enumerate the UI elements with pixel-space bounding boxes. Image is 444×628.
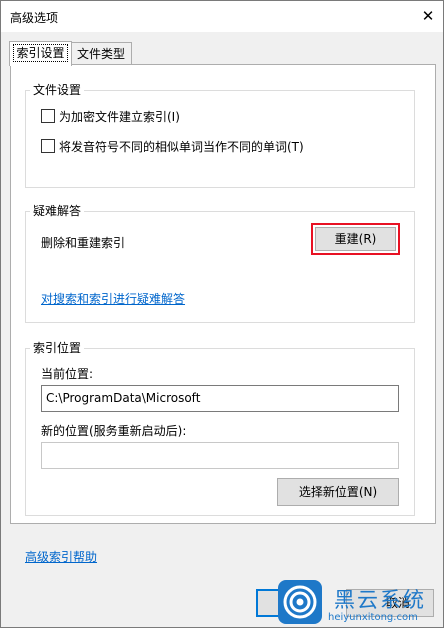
group-legend: 索引位置 <box>30 341 85 356</box>
troubleshoot-group: 疑难解答 删除和重建索引 重建(R) 对搜索和索引进行疑难解答 <box>25 204 415 323</box>
window-title: 高级选项 <box>10 11 59 25</box>
advanced-options-dialog: 高级选项 ✕ 索引设置 文件类型 文件设置 为加密文件建立索引(I) 将发音符号… <box>0 0 444 628</box>
group-legend: 疑难解答 <box>30 204 85 219</box>
tab-panel: 文件设置 为加密文件建立索引(I) 将发音符号不同的相似单词当作不同的单词(T)… <box>10 64 436 524</box>
encrypted-files-checkbox[interactable] <box>41 109 55 123</box>
tab-index-settings[interactable]: 索引设置 <box>9 41 72 66</box>
troubleshoot-link[interactable]: 对搜索和索引进行疑难解答 <box>41 290 185 307</box>
tab-file-types[interactable]: 文件类型 <box>70 42 132 65</box>
group-legend: 文件设置 <box>30 83 85 98</box>
title-bar: 高级选项 ✕ <box>1 1 443 32</box>
watermark-name: 黑云系统 <box>334 588 426 612</box>
new-location-label: 新的位置(服务重新启动后): <box>41 424 187 438</box>
rebuild-description: 删除和重建索引 <box>41 236 126 250</box>
new-location-field[interactable] <box>41 442 399 469</box>
current-location-label: 当前位置: <box>41 367 94 381</box>
select-new-location-button[interactable]: 选择新位置(N) <box>277 478 399 506</box>
file-settings-group: 文件设置 为加密文件建立索引(I) 将发音符号不同的相似单词当作不同的单词(T) <box>25 83 415 188</box>
current-location-field: C:\ProgramData\Microsoft <box>41 385 399 412</box>
close-icon[interactable]: ✕ <box>413 1 443 32</box>
index-location-group: 索引位置 当前位置: C:\ProgramData\Microsoft 新的位置… <box>25 341 415 516</box>
swirl-logo-icon <box>278 580 322 624</box>
watermark: 黑云系统 heiyunxitong.com <box>278 576 444 628</box>
diacritics-checkbox[interactable] <box>41 139 55 153</box>
rebuild-button[interactable]: 重建(R) <box>315 227 396 251</box>
checkbox-label[interactable]: 为加密文件建立索引(I) <box>59 108 180 125</box>
checkbox-label[interactable]: 将发音符号不同的相似单词当作不同的单词(T) <box>59 138 304 155</box>
tab-label: 文件类型 <box>76 47 125 61</box>
watermark-url: heiyunxitong.com <box>328 612 418 623</box>
tab-label: 索引设置 <box>13 44 68 62</box>
advanced-index-help-link[interactable]: 高级索引帮助 <box>25 548 97 565</box>
